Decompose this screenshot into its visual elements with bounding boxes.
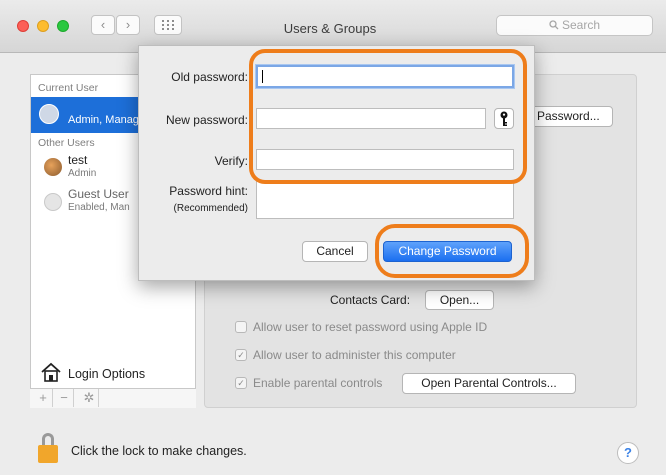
action-menu-button[interactable]: ✲: [80, 389, 99, 407]
cancel-button[interactable]: Cancel: [302, 241, 368, 262]
open-contacts-button[interactable]: Open...: [425, 290, 494, 310]
user-role: Admin: [68, 168, 97, 179]
house-icon: [41, 362, 61, 382]
user-role: Enabled, Man: [68, 202, 130, 213]
parental-controls-checkbox[interactable]: ✓: [235, 377, 247, 389]
administer-label: Allow user to administer this computer: [253, 348, 456, 362]
search-icon: [549, 20, 559, 30]
user-name: Guest User: [68, 187, 129, 201]
chevron-left-icon: ‹: [100, 17, 106, 32]
search-placeholder: Search: [561, 18, 601, 32]
login-options-item[interactable]: Login Options: [38, 362, 188, 384]
current-user-name: Admin, Manag: [68, 114, 139, 126]
show-all-button[interactable]: [154, 15, 182, 35]
password-hint-field[interactable]: [256, 181, 514, 219]
verify-field[interactable]: [256, 149, 514, 170]
minimize-window-button[interactable]: [37, 20, 49, 32]
parental-controls-label: Enable parental controls: [253, 376, 383, 390]
gear-icon: ✲: [83, 390, 95, 405]
back-button[interactable]: ‹: [91, 15, 115, 35]
current-user-header: Current User: [38, 82, 99, 94]
zoom-window-button[interactable]: [57, 20, 69, 32]
forward-button[interactable]: ›: [116, 15, 140, 35]
old-password-field[interactable]: [256, 65, 514, 88]
other-users-header: Other Users: [38, 137, 95, 149]
avatar: [44, 158, 62, 176]
text-cursor: [262, 70, 263, 83]
help-button[interactable]: ?: [617, 442, 639, 464]
avatar: [39, 104, 59, 124]
new-password-field[interactable]: [256, 108, 486, 129]
avatar: [44, 193, 62, 211]
add-user-button[interactable]: +: [34, 389, 53, 407]
close-window-button[interactable]: [17, 20, 29, 32]
password-assistant-button[interactable]: [494, 108, 514, 129]
old-password-label: Old password:: [171, 70, 248, 84]
chevron-right-icon: ›: [125, 17, 131, 32]
remove-user-button[interactable]: −: [55, 389, 74, 407]
search-field[interactable]: Search: [496, 15, 653, 36]
open-parental-controls-button[interactable]: Open Parental Controls...: [402, 373, 576, 394]
password-hint-label: Password hint:: [169, 184, 248, 198]
contacts-card-label: Contacts Card:: [330, 293, 411, 307]
login-options-label: Login Options: [68, 367, 146, 381]
key-icon: [500, 111, 508, 126]
window-title: Users & Groups: [283, 21, 377, 36]
user-name: test: [68, 153, 88, 167]
reset-password-checkbox[interactable]: [235, 321, 247, 333]
lock-icon[interactable]: [38, 445, 58, 463]
grid-icon: [162, 20, 174, 30]
lock-message: Click the lock to make changes.: [71, 444, 247, 458]
reset-password-label: Allow user to reset password using Apple…: [253, 320, 488, 334]
change-password-submit-button[interactable]: Change Password: [383, 241, 512, 262]
password-hint-sublabel: (Recommended): [173, 203, 248, 214]
verify-label: Verify:: [214, 154, 248, 168]
administer-checkbox[interactable]: ✓: [235, 349, 247, 361]
new-password-label: New password:: [165, 113, 248, 127]
